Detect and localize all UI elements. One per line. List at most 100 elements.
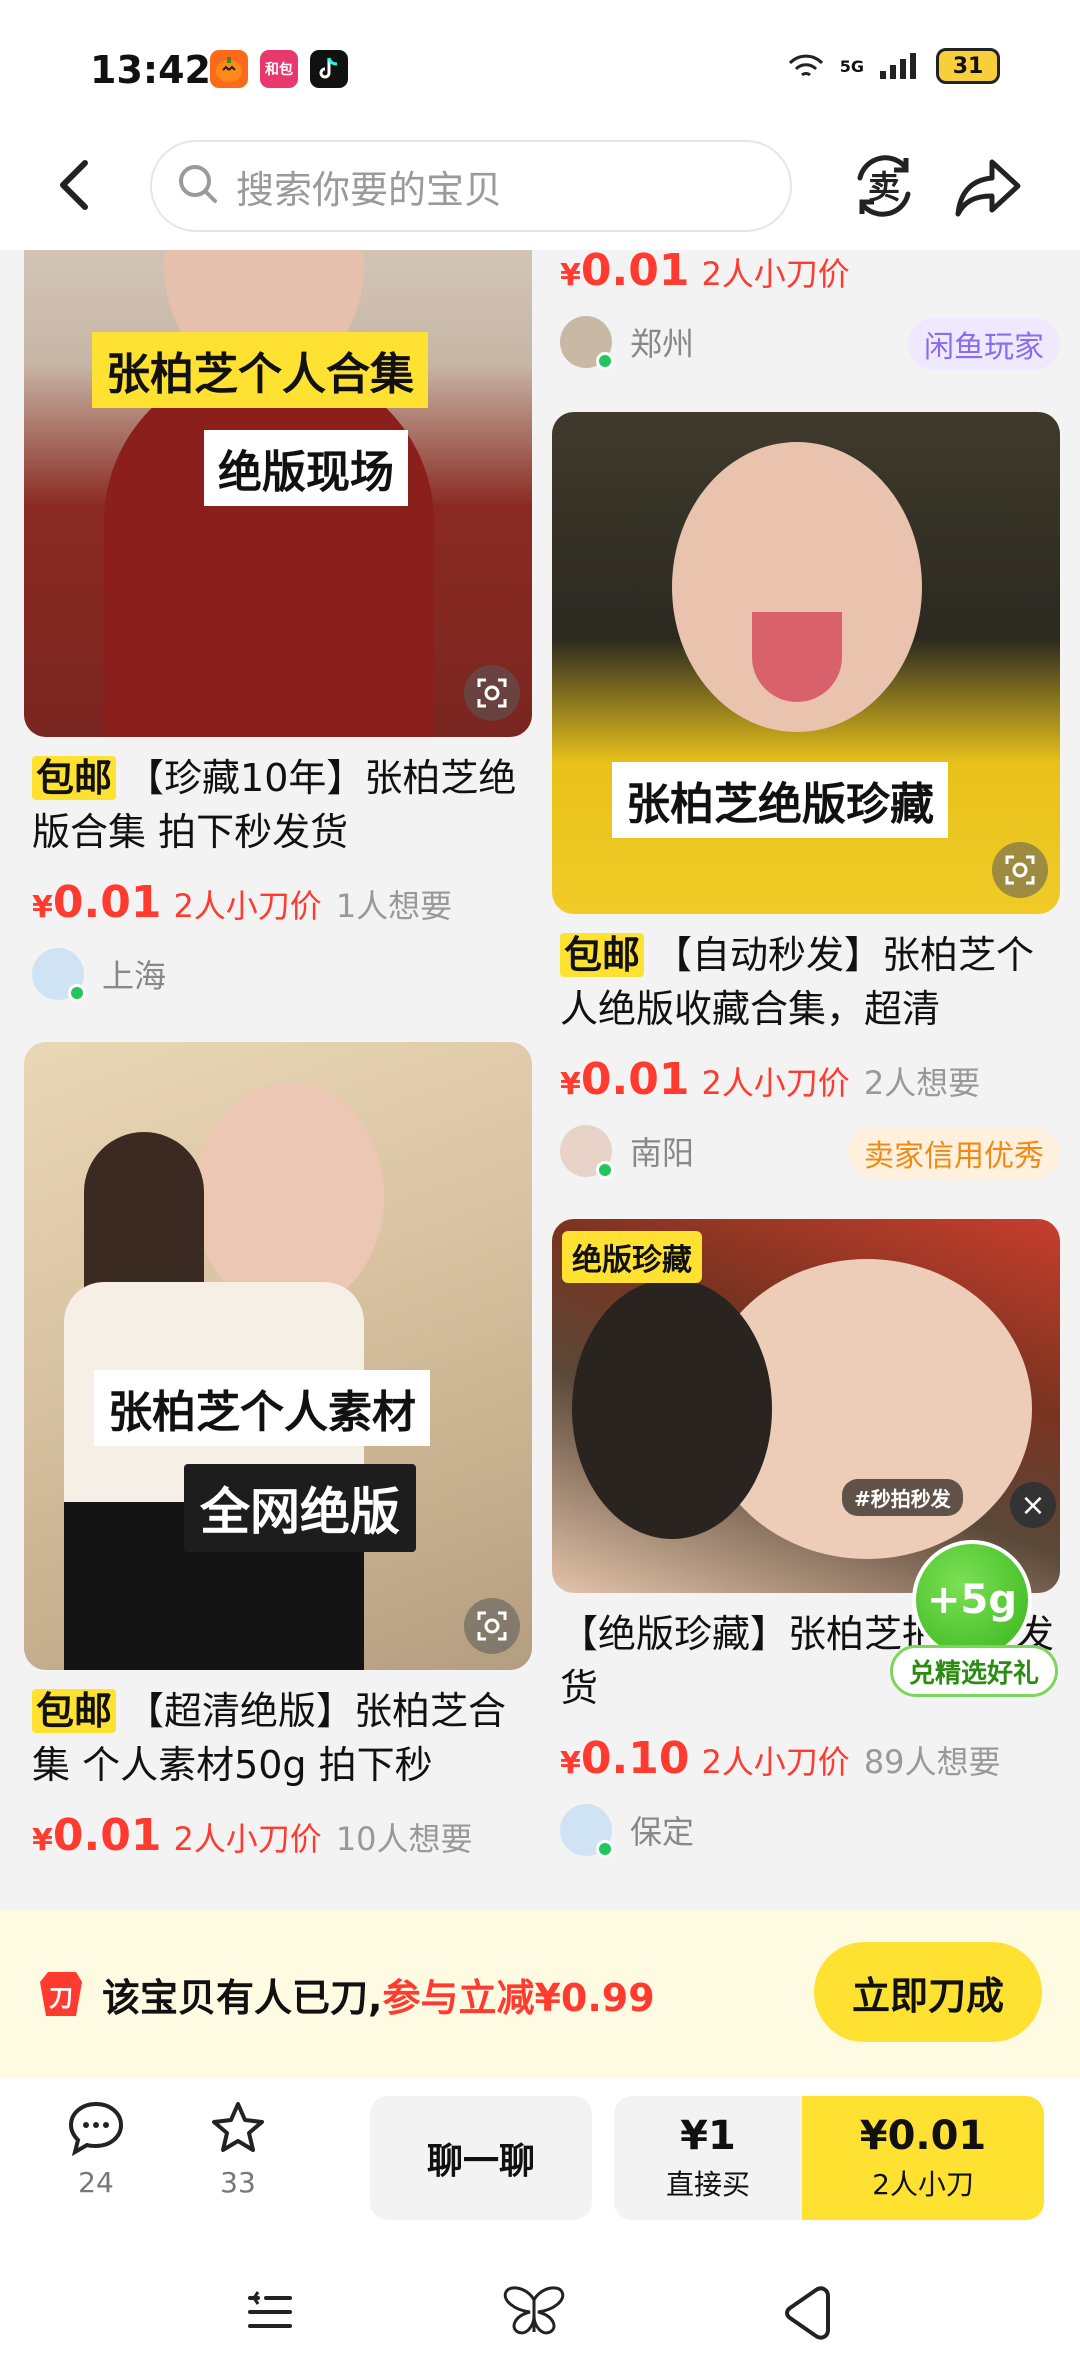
butterfly-home-icon[interactable]: [502, 2282, 565, 2342]
promo-text: 该宝贝有人已刀,参与立减¥0.99: [102, 1975, 655, 2020]
price-row: ¥0.01 2人小刀价 1人想要: [32, 877, 453, 928]
search-icon: [176, 162, 220, 210]
favorite-count: 33: [220, 2166, 256, 2199]
seller-row[interactable]: 郑州 闲鱼玩家: [552, 314, 1060, 370]
direct-buy-button[interactable]: ¥1 直接买: [614, 2096, 802, 2220]
cut-label: 2人小刀价: [173, 1820, 322, 1858]
network-type: 5G: [839, 56, 864, 76]
feed-left-column: 张柏芝个人合集 绝版现场 包邮 【珍藏10年】张柏芝绝版合集 拍下秒发货 ¥0.0…: [24, 162, 532, 1861]
product-card-partial[interactable]: ¥0.01 2人小刀价 郑州 闲鱼玩家: [552, 245, 1060, 370]
reward-ball[interactable]: +5g: [912, 1540, 1032, 1660]
cut-label: 2人小刀价: [701, 255, 850, 293]
online-dot: [596, 1840, 614, 1858]
product-title: 包邮 【珍藏10年】张柏芝绝版合集 拍下秒发货: [32, 756, 517, 854]
price-row: ¥0.01 2人小刀价: [560, 245, 850, 296]
seller-city: 南阳: [630, 1134, 695, 1172]
want-count: 89人想要: [863, 1743, 1001, 1781]
product-title: 包邮 【超清绝版】张柏芝合集 个人素材50g 拍下秒: [32, 1689, 507, 1787]
status-indicators: 5G 31: [786, 48, 1000, 84]
float-close-button[interactable]: ×: [1010, 1482, 1056, 1528]
avatar: [560, 1125, 614, 1179]
star-icon: [209, 2102, 267, 2160]
back-button[interactable]: [55, 155, 105, 215]
product-card[interactable]: 张柏芝个人素材 全网绝版 包邮 【超清绝版】张柏芝合集 个人素材50g 拍下秒 ¥…: [24, 1042, 532, 1861]
screen: 张柏芝个人合集 绝版现场 包邮 【珍藏10年】张柏芝绝版合集 拍下秒发货 ¥0.0…: [0, 0, 1080, 2373]
online-dot: [596, 352, 614, 370]
cut-label: 2人小刀价: [701, 1064, 850, 1102]
free-shipping-badge: 包邮: [32, 756, 117, 800]
product-card[interactable]: 张柏芝绝版珍藏 包邮 【自动秒发】张柏芝个人绝版收藏合集，超清 ¥0.01 2人小…: [552, 412, 1060, 1179]
product-title: 包邮 【自动秒发】张柏芝个人绝版收藏合集，超清: [560, 933, 1035, 1031]
cut-now-button[interactable]: 立即刀成: [814, 1942, 1042, 2042]
sell-button[interactable]: 卖: [846, 148, 922, 224]
wifi-icon: [786, 48, 826, 84]
seller-city: 郑州: [630, 325, 695, 363]
scan-icon[interactable]: [464, 665, 520, 721]
comment-button[interactable]: 24: [56, 2100, 136, 2199]
comment-count: 24: [78, 2166, 114, 2199]
promo-banner: 刀 该宝贝有人已刀,参与立减¥0.99 立即刀成: [0, 1910, 1080, 2078]
battery-level: 31: [936, 48, 1000, 84]
status-time: 13:42: [90, 48, 211, 92]
cut-label: 2人小刀价: [173, 887, 322, 925]
image-caption: 绝版现场: [204, 430, 408, 506]
direct-price: ¥1: [680, 2113, 736, 2159]
comment-icon: [67, 2101, 125, 2160]
signal-icon: [878, 48, 922, 84]
corner-tag: 绝版珍藏: [562, 1231, 702, 1283]
online-dot: [68, 984, 86, 1002]
tiktok-app-icon: [310, 50, 348, 88]
favorite-button[interactable]: 33: [198, 2100, 278, 2199]
seller-row[interactable]: 南阳 卖家信用优秀: [552, 1123, 1060, 1179]
product-card[interactable]: 张柏芝个人合集 绝版现场 包邮 【珍藏10年】张柏芝绝版合集 拍下秒发货 ¥0.0…: [24, 162, 532, 1002]
cut-price: ¥0.01: [859, 2113, 987, 2159]
scan-icon[interactable]: [992, 842, 1048, 898]
free-shipping-badge: 包邮: [32, 1689, 117, 1733]
product-image[interactable]: 张柏芝绝版珍藏: [552, 412, 1060, 914]
product-card[interactable]: 绝版珍藏 #秒拍秒发 【绝版珍藏】张柏芝拍下秒发货 ¥0.10 2人小刀价 89…: [552, 1219, 1060, 1858]
person-photo: [194, 1082, 384, 1312]
seller-badge: 卖家信用优秀: [848, 1127, 1060, 1179]
seller-row[interactable]: 上海: [24, 946, 532, 1002]
online-dot: [596, 1161, 614, 1179]
seller-city: 保定: [630, 1813, 695, 1851]
cut-buy-button[interactable]: ¥0.01 2人小刀: [802, 2096, 1044, 2220]
price-row: ¥0.10 2人小刀价 89人想要: [560, 1733, 1001, 1784]
want-count: 2人想要: [863, 1064, 981, 1102]
sell-icon-label: 卖: [868, 168, 900, 206]
knife-tag-icon: 刀: [38, 1968, 84, 2020]
hebao-app-icon: 和包: [260, 50, 298, 88]
direct-label: 直接买: [665, 2168, 750, 2201]
product-image[interactable]: 绝版珍藏 #秒拍秒发: [552, 1219, 1060, 1593]
back-nav-icon[interactable]: [776, 2282, 836, 2342]
price: 0.01: [580, 1054, 690, 1105]
action-bar: 24 33 聊一聊 ¥1 直接买 ¥0.01 2人小刀: [0, 2078, 1080, 2248]
search-placeholder: 搜索你要的宝贝: [236, 167, 503, 212]
person-hair: [572, 1279, 772, 1539]
chat-button[interactable]: 聊一聊: [370, 2096, 592, 2220]
reward-pill[interactable]: 兑精选好礼: [890, 1645, 1058, 1697]
price-row: ¥0.01 2人小刀价 2人想要: [560, 1054, 981, 1105]
scan-icon[interactable]: [464, 1598, 520, 1654]
price: 0.01: [52, 877, 162, 928]
price: 0.01: [580, 245, 690, 296]
search-bar[interactable]: 搜索你要的宝贝: [150, 140, 792, 232]
seller-badge: 闲鱼玩家: [908, 318, 1060, 370]
avatar: [560, 316, 614, 370]
image-caption: 张柏芝个人素材: [94, 1370, 430, 1446]
top-bar: 13:42 和包 5G 31 搜索你要的宝贝 卖: [0, 0, 1080, 250]
promo-highlight: 参与立减¥0.99: [382, 1975, 655, 2020]
person-mouth: [752, 612, 842, 702]
want-count: 1人想要: [335, 887, 453, 925]
menu-icon[interactable]: [240, 2282, 300, 2342]
share-button[interactable]: [950, 148, 1026, 224]
price: 0.10: [580, 1733, 690, 1784]
pumpkin-app-icon: [210, 50, 248, 88]
avatar: [560, 1804, 614, 1858]
seller-row[interactable]: 保定: [552, 1802, 1060, 1858]
free-shipping-badge: 包邮: [560, 933, 645, 977]
person-body: [104, 362, 434, 737]
status-app-icons: 和包: [210, 50, 348, 88]
product-image[interactable]: 张柏芝个人素材 全网绝版: [24, 1042, 532, 1670]
price-row: ¥0.01 2人小刀价 10人想要: [32, 1810, 473, 1861]
